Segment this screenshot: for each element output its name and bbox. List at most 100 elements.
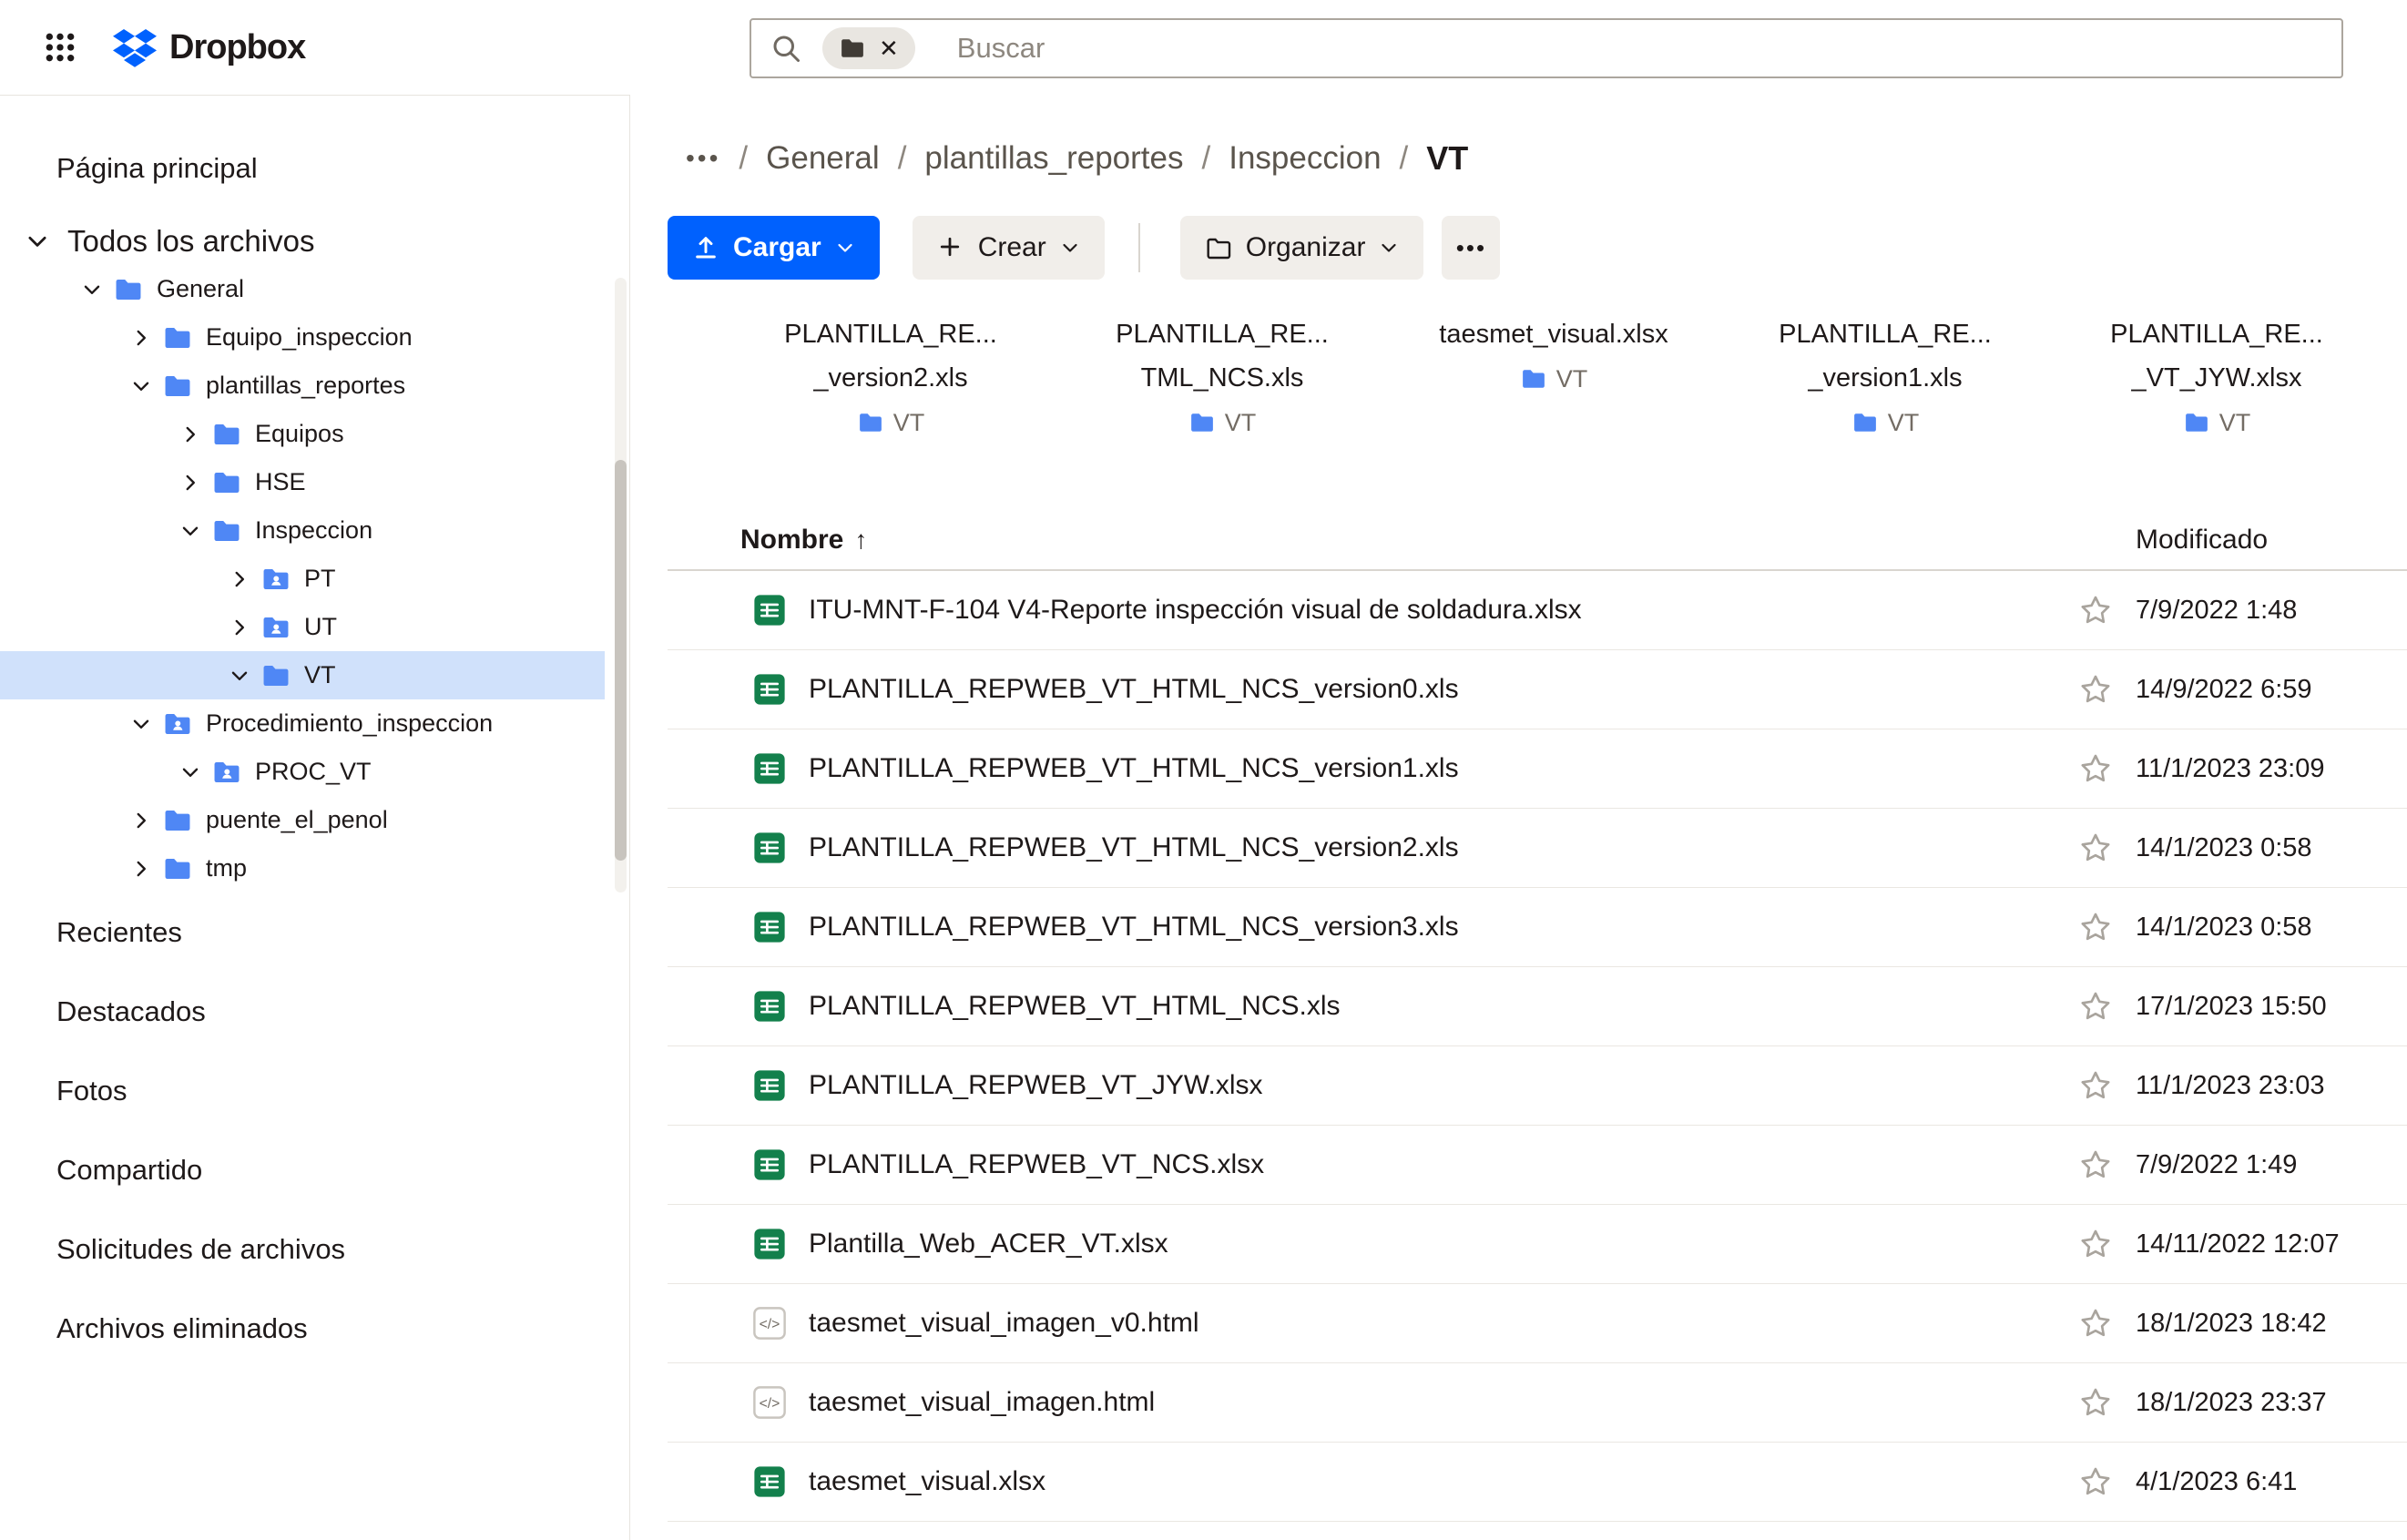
- tree-item-vt[interactable]: VT: [0, 651, 605, 699]
- file-name[interactable]: taesmet_visual.xlsx: [809, 1466, 2077, 1497]
- chevron-down-icon[interactable]: [80, 278, 104, 301]
- tree-item-pt[interactable]: PT: [0, 555, 605, 603]
- suggested-file-card[interactable]: PLANTILLA_RE... TML_NCS.xls VT: [1056, 312, 1388, 444]
- tree-item-plantillas-reportes[interactable]: plantillas_reportes: [0, 362, 605, 410]
- breadcrumb-item-plantillas-reportes[interactable]: plantillas_reportes: [924, 140, 1183, 177]
- tree-item-label: tmp: [206, 854, 247, 882]
- chevron-down-icon[interactable]: [178, 519, 202, 543]
- file-row[interactable]: PLANTILLA_REPWEB_VT_JYW.xlsx 11/1/2023 2…: [668, 1046, 2407, 1126]
- apps-grid-icon[interactable]: [38, 25, 82, 69]
- upload-button[interactable]: Cargar: [668, 216, 880, 280]
- sidebar-item-compartido[interactable]: Compartido: [0, 1130, 629, 1209]
- breadcrumb-item-general[interactable]: General: [766, 140, 880, 177]
- star-icon[interactable]: [2077, 830, 2114, 866]
- suggested-file-card[interactable]: PLANTILLA_RE... _version2.xls VT: [725, 312, 1056, 444]
- tree-item-tmp[interactable]: tmp: [0, 844, 605, 892]
- tree-item-puente-el-penol[interactable]: puente_el_penol: [0, 796, 605, 844]
- chevron-down-icon[interactable]: [178, 760, 202, 784]
- tree-item-equipos[interactable]: Equipos: [0, 410, 605, 458]
- chevron-down-icon[interactable]: [129, 712, 153, 736]
- breadcrumb-item-inspeccion[interactable]: Inspeccion: [1229, 140, 1381, 177]
- file-name[interactable]: PLANTILLA_REPWEB_VT_HTML_NCS_version2.xl…: [809, 832, 2077, 863]
- file-row[interactable]: PLANTILLA_REPWEB_VT_HTML_NCS_version1.xl…: [668, 729, 2407, 809]
- chevron-right-icon[interactable]: [129, 809, 153, 832]
- star-icon[interactable]: [2077, 671, 2114, 708]
- file-row[interactable]: taesmet_visual.xlsx 4/1/2023 6:41: [668, 1443, 2407, 1522]
- sidebar-item-archivos-eliminados[interactable]: Archivos eliminados: [0, 1289, 629, 1368]
- more-icon: •••: [1456, 234, 1486, 262]
- suggested-file-card[interactable]: PLANTILLA_RE... _version1.xls VT: [1719, 312, 2051, 444]
- scrollbar-thumb[interactable]: [615, 460, 627, 861]
- chevron-down-icon[interactable]: [24, 228, 51, 255]
- star-icon[interactable]: [2077, 1067, 2114, 1104]
- file-row[interactable]: PLANTILLA_REPWEB_VT_HTML_NCS_version2.xl…: [668, 809, 2407, 888]
- star-icon[interactable]: [2077, 1305, 2114, 1341]
- star-icon[interactable]: [2077, 988, 2114, 1025]
- more-actions-button[interactable]: •••: [1442, 216, 1500, 280]
- chevron-right-icon[interactable]: [178, 471, 202, 495]
- star-icon[interactable]: [2077, 909, 2114, 945]
- tree-item-procedimiento-inspeccion[interactable]: Procedimiento_inspeccion: [0, 699, 605, 748]
- file-row-clipped[interactable]: [668, 1522, 2407, 1540]
- chevron-right-icon[interactable]: [228, 616, 251, 639]
- upload-icon: [691, 233, 720, 262]
- sidebar-item-destacados[interactable]: Destacados: [0, 972, 629, 1051]
- file-name[interactable]: PLANTILLA_REPWEB_VT_HTML_NCS_version1.xl…: [809, 753, 2077, 784]
- file-name[interactable]: PLANTILLA_REPWEB_VT_JYW.xlsx: [809, 1070, 2077, 1101]
- column-header-modified[interactable]: Modificado: [2136, 525, 2407, 556]
- tree-item-hse[interactable]: HSE: [0, 458, 605, 506]
- create-button[interactable]: Crear: [913, 216, 1105, 280]
- file-name[interactable]: Plantilla_Web_ACER_VT.xlsx: [809, 1229, 2077, 1260]
- folder-icon: [839, 35, 866, 62]
- suggested-file-card[interactable]: taesmet_visual.xlsx VT: [1388, 312, 1719, 444]
- tree-item-equipo-inspeccion[interactable]: Equipo_inspeccion: [0, 313, 605, 362]
- file-row[interactable]: PLANTILLA_REPWEB_VT_NCS.xlsx 7/9/2022 1:…: [668, 1126, 2407, 1205]
- file-row[interactable]: PLANTILLA_REPWEB_VT_HTML_NCS_version3.xl…: [668, 888, 2407, 967]
- file-name[interactable]: PLANTILLA_REPWEB_VT_NCS.xlsx: [809, 1149, 2077, 1180]
- file-name[interactable]: ITU-MNT-F-104 V4-Reporte inspección visu…: [809, 595, 2077, 626]
- star-icon[interactable]: [2077, 1384, 2114, 1421]
- sidebar-item-recientes[interactable]: Recientes: [0, 892, 629, 972]
- star-icon[interactable]: [2077, 1226, 2114, 1262]
- star-icon[interactable]: [2077, 1464, 2114, 1500]
- chevron-right-icon[interactable]: [129, 857, 153, 881]
- close-icon[interactable]: ✕: [879, 36, 899, 60]
- chevron-right-icon[interactable]: [228, 567, 251, 591]
- file-row[interactable]: taesmet_visual_imagen.html 18/1/2023 23:…: [668, 1363, 2407, 1443]
- sidebar-item-fotos[interactable]: Fotos: [0, 1051, 629, 1130]
- file-row[interactable]: taesmet_visual_imagen_v0.html 18/1/2023 …: [668, 1284, 2407, 1363]
- organize-button[interactable]: Organizar: [1180, 216, 1424, 280]
- breadcrumb-ellipsis-button[interactable]: •••: [686, 144, 720, 173]
- search-icon: [770, 32, 802, 65]
- chevron-down-icon[interactable]: [228, 664, 251, 688]
- suggested-file-card[interactable]: PLANTILLA_RE... _VT_JYW.xlsx VT: [2051, 312, 2382, 444]
- search-filter-chip[interactable]: ✕: [822, 27, 915, 69]
- tree-item-ut[interactable]: UT: [0, 603, 605, 651]
- sidebar-item-solicitudes-de-archivos[interactable]: Solicitudes de archivos: [0, 1209, 629, 1289]
- dropbox-logo[interactable]: Dropbox: [113, 26, 305, 68]
- file-name[interactable]: taesmet_visual_imagen.html: [809, 1387, 2077, 1418]
- sidebar-item-todos-los-archivos[interactable]: Todos los archivos: [0, 205, 629, 278]
- chevron-right-icon[interactable]: [129, 326, 153, 350]
- star-icon[interactable]: [2077, 592, 2114, 628]
- location-label: VT: [1888, 409, 1920, 437]
- file-name[interactable]: PLANTILLA_REPWEB_VT_HTML_NCS_version0.xl…: [809, 674, 2077, 705]
- search-bar[interactable]: ✕: [750, 18, 2343, 78]
- file-row[interactable]: PLANTILLA_REPWEB_VT_HTML_NCS_version0.xl…: [668, 650, 2407, 729]
- file-row[interactable]: ITU-MNT-F-104 V4-Reporte inspección visu…: [668, 571, 2407, 650]
- search-input[interactable]: [955, 31, 2323, 66]
- file-row[interactable]: Plantilla_Web_ACER_VT.xlsx 14/11/2022 12…: [668, 1205, 2407, 1284]
- file-name[interactable]: PLANTILLA_REPWEB_VT_HTML_NCS_version3.xl…: [809, 912, 2077, 943]
- star-icon[interactable]: [2077, 1147, 2114, 1183]
- file-name[interactable]: PLANTILLA_REPWEB_VT_HTML_NCS.xls: [809, 991, 2077, 1022]
- column-header-name[interactable]: Nombre ↑: [740, 525, 867, 556]
- file-row[interactable]: PLANTILLA_REPWEB_VT_HTML_NCS.xls 17/1/20…: [668, 967, 2407, 1046]
- file-name[interactable]: taesmet_visual_imagen_v0.html: [809, 1308, 2077, 1339]
- tree-item-proc-vt[interactable]: PROC_VT: [0, 748, 605, 796]
- tree-item-general[interactable]: General: [0, 278, 605, 313]
- sidebar-item-pagina-principal[interactable]: Página principal: [0, 132, 629, 205]
- tree-item-inspeccion[interactable]: Inspeccion: [0, 506, 605, 555]
- chevron-right-icon[interactable]: [178, 423, 202, 446]
- star-icon[interactable]: [2077, 750, 2114, 787]
- chevron-down-icon[interactable]: [129, 374, 153, 398]
